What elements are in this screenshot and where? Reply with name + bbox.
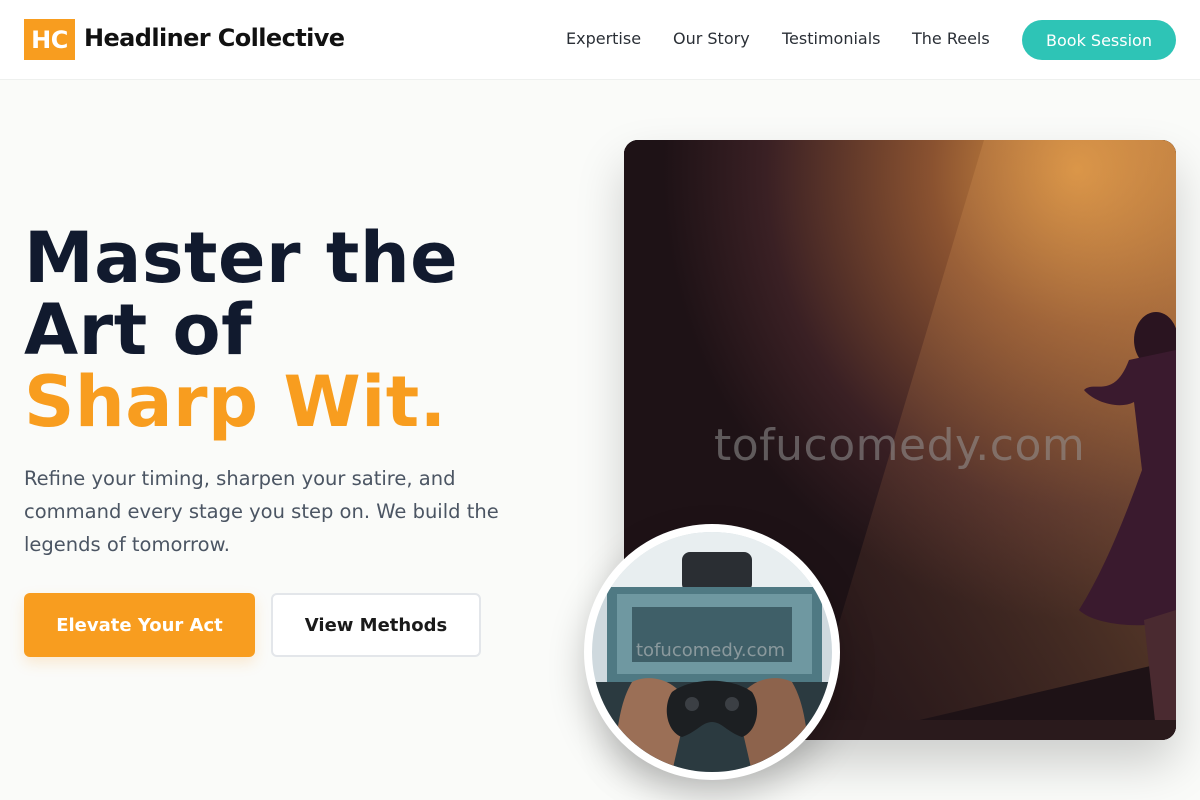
headline-line-1: Master the	[24, 217, 459, 299]
elevate-your-act-button[interactable]: Elevate Your Act	[24, 593, 255, 657]
brand-name[interactable]: Headliner Collective	[84, 24, 345, 52]
hero-description: Refine your timing, sharpen your satire,…	[24, 467, 499, 556]
nav-link-testimonials[interactable]: Testimonials	[782, 29, 881, 48]
gaming-controller-photo: tofucomedy.com	[584, 524, 840, 780]
book-session-button[interactable]: Book Session	[1022, 20, 1176, 60]
logo-mark[interactable]: HC	[24, 19, 75, 60]
view-methods-button[interactable]: View Methods	[271, 593, 481, 657]
site-header: HC Headliner Collective Expertise Our St…	[0, 0, 1200, 80]
nav-link-the-reels[interactable]: The Reels	[912, 29, 990, 48]
main-image-watermark: tofucomedy.com	[714, 420, 1086, 471]
headline-accent: Sharp Wit.	[24, 361, 447, 443]
nav-link-our-story[interactable]: Our Story	[673, 29, 750, 48]
circle-image-watermark: tofucomedy.com	[636, 640, 786, 661]
nav-link-expertise[interactable]: Expertise	[566, 29, 641, 48]
headline-line-2: Art of	[24, 289, 253, 371]
circle-photo-frame: tofucomedy.com	[592, 532, 832, 772]
